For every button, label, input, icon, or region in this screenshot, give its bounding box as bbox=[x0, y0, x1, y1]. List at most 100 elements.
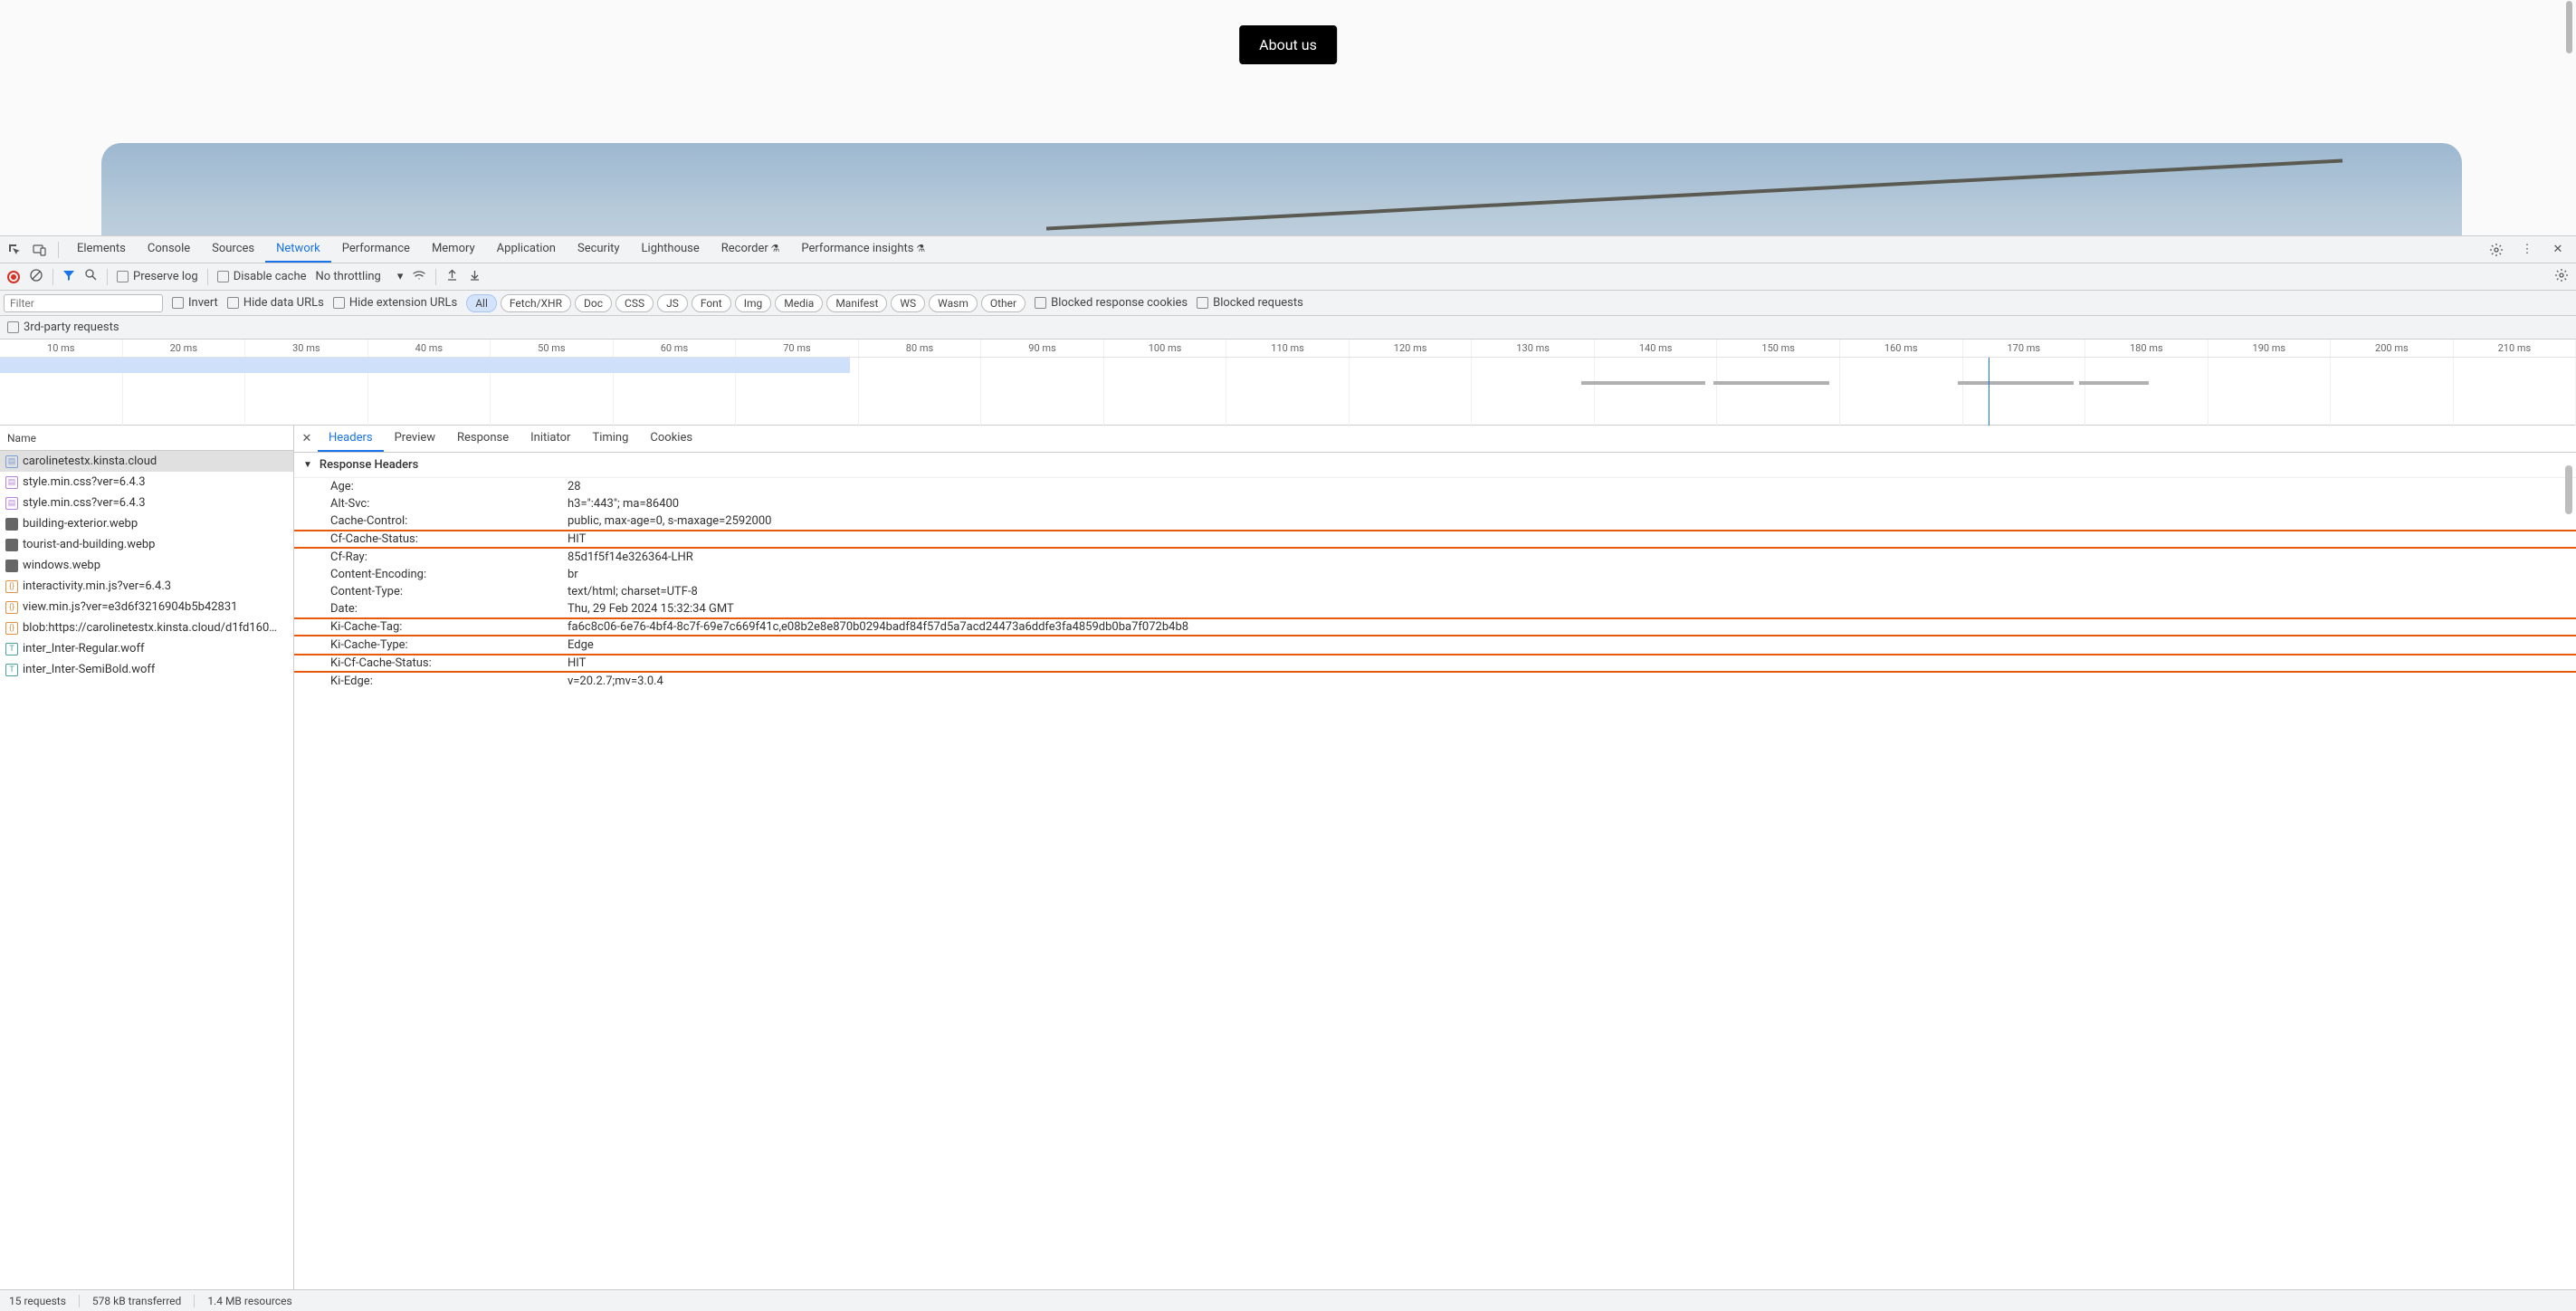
devtools-tab-security[interactable]: Security bbox=[567, 236, 631, 263]
filter-type-font[interactable]: Font bbox=[692, 294, 731, 312]
request-row[interactable]: Tinter_Inter-SemiBold.woff bbox=[0, 659, 293, 680]
header-value: public, max-age=0, s-maxage=2592000 bbox=[568, 514, 771, 528]
header-value: Edge bbox=[568, 638, 594, 652]
detail-tab-cookies[interactable]: Cookies bbox=[639, 426, 703, 452]
request-row[interactable]: windows.webp bbox=[0, 555, 293, 576]
invert-checkbox[interactable]: Invert bbox=[172, 296, 218, 310]
header-value: 85d1f5f14e326364-LHR bbox=[568, 550, 693, 564]
request-row[interactable]: {}blob:https://carolinetestx.kinsta.clou… bbox=[0, 617, 293, 638]
header-value: HIT bbox=[568, 532, 586, 546]
request-row[interactable]: ▤ style.min.css?ver=6.4.3 bbox=[0, 493, 293, 513]
network-timeline[interactable]: 10 ms20 ms30 ms40 ms50 ms60 ms70 ms80 ms… bbox=[0, 340, 2576, 426]
header-key: Ki-Edge: bbox=[330, 675, 568, 688]
record-button[interactable] bbox=[7, 271, 20, 283]
hide-extension-urls-checkbox[interactable]: Hide extension URLs bbox=[333, 296, 457, 310]
detail-tab-headers[interactable]: Headers bbox=[318, 426, 384, 452]
detail-tab-initiator[interactable]: Initiator bbox=[520, 426, 581, 452]
request-row[interactable]: ▤style.min.css?ver=6.4.3 bbox=[0, 472, 293, 493]
status-resources: 1.4 MB resources bbox=[207, 1295, 291, 1307]
request-name: tourist-and-building.webp bbox=[23, 538, 155, 551]
network-settings-icon[interactable] bbox=[2554, 268, 2569, 286]
download-har-icon[interactable] bbox=[468, 268, 482, 285]
filter-type-wasm[interactable]: Wasm bbox=[929, 294, 978, 312]
response-header-row: Cf-Ray:85d1f5f14e326364-LHR bbox=[294, 549, 2576, 566]
filter-type-manifest[interactable]: Manifest bbox=[826, 294, 887, 312]
header-key: Age: bbox=[330, 480, 568, 493]
filter-type-fetch-xhr[interactable]: Fetch/XHR bbox=[501, 294, 571, 312]
clear-button[interactable] bbox=[29, 268, 43, 286]
devtools-tab-console[interactable]: Console bbox=[137, 236, 201, 263]
filter-type-media[interactable]: Media bbox=[775, 294, 823, 312]
header-key: Cf-Cache-Status: bbox=[330, 532, 568, 546]
more-icon[interactable]: ⋮ bbox=[2516, 239, 2538, 261]
blocked-requests-checkbox[interactable]: Blocked requests bbox=[1197, 296, 1303, 310]
device-toggle-icon[interactable] bbox=[29, 239, 51, 261]
devtools-tab-sources[interactable]: Sources bbox=[201, 236, 265, 263]
filter-type-css[interactable]: CSS bbox=[615, 294, 654, 312]
filter-type-all[interactable]: All bbox=[466, 294, 497, 312]
response-header-row: Date:Thu, 29 Feb 2024 15:32:34 GMT bbox=[294, 600, 2576, 617]
about-us-button[interactable]: About us bbox=[1239, 25, 1337, 64]
blocked-cookies-checkbox[interactable]: Blocked response cookies bbox=[1035, 296, 1188, 310]
devtools-tab-performance[interactable]: Performance bbox=[331, 236, 421, 263]
throttling-select[interactable]: No throttling▾ bbox=[316, 270, 404, 283]
detail-tab-timing[interactable]: Timing bbox=[581, 426, 639, 452]
response-headers-section[interactable]: Response Headers bbox=[294, 453, 2576, 478]
disable-cache-checkbox[interactable]: Disable cache bbox=[217, 270, 307, 283]
close-devtools-icon[interactable]: ✕ bbox=[2547, 239, 2569, 261]
filter-type-other[interactable]: Other bbox=[981, 294, 1026, 312]
timeline-tick: 70 ms bbox=[736, 340, 859, 357]
doc-file-icon: ▤ bbox=[5, 455, 18, 468]
timeline-tick: 50 ms bbox=[491, 340, 614, 357]
settings-icon[interactable] bbox=[2485, 239, 2507, 261]
devtools-tab-network[interactable]: Network bbox=[265, 236, 331, 263]
devtools-tab-elements[interactable]: Elements bbox=[66, 236, 137, 263]
hide-data-urls-checkbox[interactable]: Hide data URLs bbox=[227, 296, 324, 310]
timeline-tick: 10 ms bbox=[0, 340, 123, 357]
css-file-icon: ▤ bbox=[5, 497, 18, 510]
timeline-tick: 210 ms bbox=[2454, 340, 2576, 357]
filter-type-img[interactable]: Img bbox=[735, 294, 772, 312]
inspect-icon[interactable] bbox=[4, 239, 25, 261]
request-row[interactable]: {}view.min.js?ver=e3d6f3216904b5b42831 bbox=[0, 597, 293, 617]
request-row[interactable]: Tinter_Inter-Regular.woff bbox=[0, 638, 293, 659]
request-name: style.min.css?ver=6.4.3 bbox=[23, 496, 146, 510]
filter-input[interactable] bbox=[4, 294, 163, 312]
request-row[interactable]: {}interactivity.min.js?ver=6.4.3 bbox=[0, 576, 293, 597]
detail-tab-preview[interactable]: Preview bbox=[384, 426, 446, 452]
header-value: br bbox=[568, 568, 578, 581]
search-icon[interactable] bbox=[84, 268, 98, 285]
preserve-log-checkbox[interactable]: Preserve log bbox=[117, 270, 198, 283]
third-party-row: 3rd-party requests bbox=[0, 316, 2576, 340]
devtools-tab-lighthouse[interactable]: Lighthouse bbox=[631, 236, 711, 263]
status-transferred: 578 kB transferred bbox=[92, 1295, 181, 1307]
header-value: fa6c8c06-6e76-4bf4-8c7f-69e7c669f41c,e08… bbox=[568, 620, 1188, 634]
request-row[interactable]: ▤carolinetestx.kinsta.cloud bbox=[0, 451, 293, 472]
response-header-row: Ki-Cf-Cache-Status:HIT bbox=[294, 654, 2576, 673]
request-row[interactable]: building-exterior.webp bbox=[0, 513, 293, 534]
wifi-icon[interactable] bbox=[412, 268, 426, 286]
js-file-icon: {} bbox=[5, 580, 18, 593]
upload-har-icon[interactable] bbox=[445, 268, 459, 285]
request-details-pane: ✕ HeadersPreviewResponseInitiatorTimingC… bbox=[294, 426, 2576, 1289]
request-row[interactable]: tourist-and-building.webp bbox=[0, 534, 293, 555]
timeline-tick: 90 ms bbox=[981, 340, 1104, 357]
third-party-checkbox[interactable]: 3rd-party requests bbox=[7, 321, 119, 334]
details-scrollbar[interactable] bbox=[2565, 465, 2572, 514]
filter-type-ws[interactable]: WS bbox=[891, 294, 925, 312]
response-header-row: Alt-Svc:h3=":443"; ma=86400 bbox=[294, 495, 2576, 512]
response-header-row: Content-Type:text/html; charset=UTF-8 bbox=[294, 583, 2576, 600]
page-scrollbar[interactable] bbox=[2566, 1, 2572, 53]
filter-type-doc[interactable]: Doc bbox=[575, 294, 612, 312]
requests-name-header[interactable]: Name bbox=[0, 426, 293, 451]
filter-type-js[interactable]: JS bbox=[657, 294, 688, 312]
devtools-tab-recorder[interactable]: Recorder ⚗ bbox=[711, 236, 791, 263]
devtools-tab-application[interactable]: Application bbox=[486, 236, 567, 263]
timeline-tick: 140 ms bbox=[1595, 340, 1718, 357]
detail-tab-response[interactable]: Response bbox=[446, 426, 520, 452]
devtools-tab-memory[interactable]: Memory bbox=[421, 236, 486, 263]
filter-icon[interactable] bbox=[62, 269, 75, 285]
devtools-tab-performance-insights[interactable]: Performance insights ⚗ bbox=[790, 236, 936, 263]
header-key: Date: bbox=[330, 602, 568, 616]
close-details-icon[interactable]: ✕ bbox=[298, 432, 316, 445]
